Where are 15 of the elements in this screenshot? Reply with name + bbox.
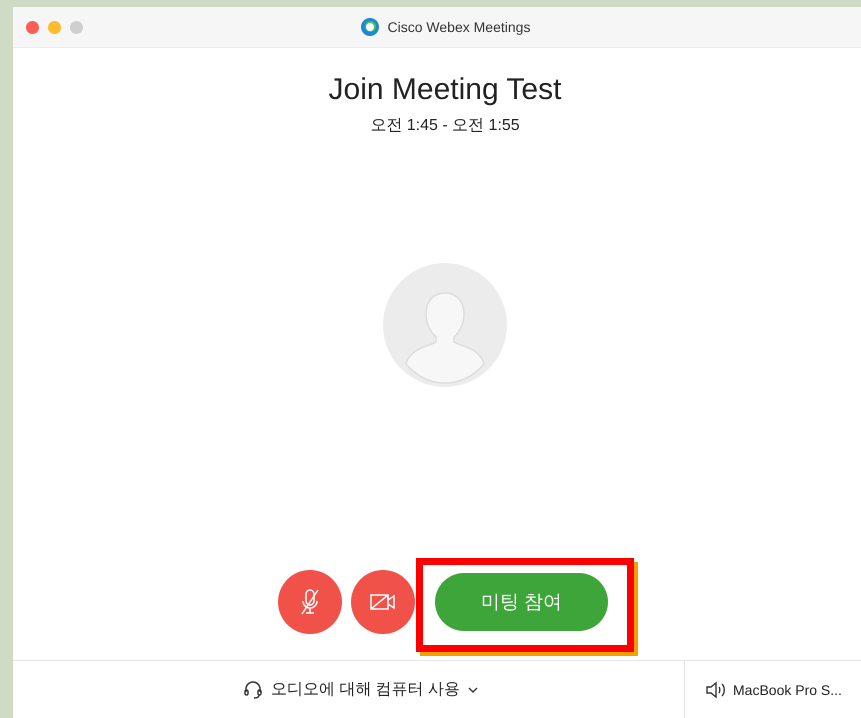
- logo-icon: [360, 17, 380, 37]
- headset-icon: [242, 680, 263, 700]
- speaker-icon: [705, 680, 727, 698]
- minimize-button[interactable]: [48, 20, 61, 34]
- chevron-icon: [468, 686, 478, 692]
- avatar-icon: [383, 263, 507, 387]
- mic-icon: [299, 588, 321, 616]
- speaker-selector[interactable]: MacBook Pro S...: [705, 680, 842, 698]
- meeting-title: Join Meeting Test: [328, 72, 562, 108]
- meeting-time: 오전 1:45 - 오전 1:55: [370, 116, 520, 136]
- audio-dropdown[interactable]: 오디오에 대해 컴퓨터 사용: [218, 679, 478, 700]
- window-title: Cisco Webex Meetings: [388, 19, 530, 35]
- close-button[interactable]: [26, 20, 39, 34]
- camera-icon: [369, 592, 397, 612]
- zoom-button[interactable]: [70, 20, 83, 34]
